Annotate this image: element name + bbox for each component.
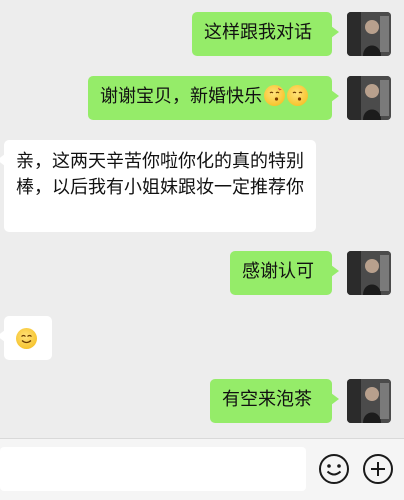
message-bubble-outgoing[interactable]: 有空来泡茶 — [210, 379, 339, 423]
user-avatar[interactable] — [347, 76, 391, 120]
input-bar — [0, 438, 404, 500]
chat-area: 这样跟我对话 谢谢宝贝，新婚快乐 亲，这两天辛苦你啦你化的真的特别棒，以后我有小… — [0, 0, 404, 438]
message-bubble-incoming[interactable]: 亲，这两天辛苦你啦你化的真的特别棒，以后我有小姐妹跟妆一定推荐你 — [0, 140, 316, 232]
message-text: 谢谢宝贝，新婚快乐 — [100, 86, 262, 107]
message-input[interactable] — [0, 447, 306, 491]
message-text: 这样跟我对话 — [204, 22, 312, 43]
kissing-face-emoji — [287, 85, 308, 106]
message-text: 亲，这两天辛苦你啦你化的真的特别棒，以后我有小姐妹跟妆一定推荐你 — [16, 151, 304, 198]
user-avatar[interactable] — [347, 251, 391, 295]
user-avatar[interactable] — [347, 12, 391, 56]
message-text: 感谢认可 — [242, 261, 314, 282]
smiling-face-emoji — [16, 328, 37, 349]
message-bubble-incoming[interactable] — [0, 316, 52, 360]
kissing-face-emoji — [264, 85, 285, 106]
message-bubble-outgoing[interactable]: 这样跟我对话 — [192, 12, 339, 56]
message-bubble-outgoing[interactable]: 谢谢宝贝，新婚快乐 — [88, 76, 339, 120]
message-text: 有空来泡茶 — [222, 389, 312, 410]
message-bubble-outgoing[interactable]: 感谢认可 — [230, 251, 339, 295]
user-avatar[interactable] — [347, 379, 391, 423]
emoji-picker-icon[interactable] — [317, 452, 351, 486]
plus-icon[interactable] — [361, 452, 395, 486]
